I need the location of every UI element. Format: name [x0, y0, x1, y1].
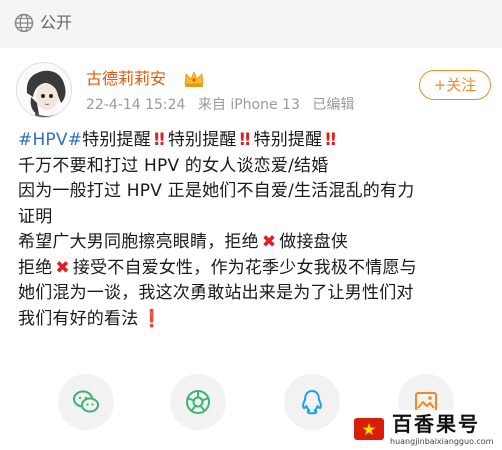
visibility-bar: 公开 [0, 0, 502, 48]
post-source: 来自 iPhone 13 [197, 97, 300, 113]
watermark-url: huangjinbaixiangguo.com [390, 437, 494, 446]
double-exclamation-icon: ‼ [239, 130, 251, 150]
star-icon [362, 423, 376, 435]
post-text: 接受不自爱女性，作为花季少女我极不情愿与 [72, 257, 417, 278]
wechat-icon [73, 390, 99, 413]
author-name[interactable]: 古德莉莉安 [86, 68, 166, 90]
post-text: 我们有好的看法 [18, 308, 139, 329]
share-qq-button[interactable] [284, 374, 340, 430]
cross-mark-icon: ✖ [261, 232, 277, 252]
cross-mark-icon: ✖ [55, 257, 70, 278]
post-meta: 22-4-14 15:24 来自 iPhone 13 已编辑 [86, 96, 362, 114]
hashtag-link[interactable]: #HPV# [18, 130, 82, 150]
post-line-4: 证明 [18, 206, 53, 227]
alert-text: 特别提醒 [167, 130, 237, 150]
post-line-6: 拒绝 ✖ 接受不自爱女性，作为花季少女我极不情愿与 [18, 256, 492, 282]
alert-text: 特别提醒 [253, 130, 323, 150]
post-text: 希望广大男同胞擦亮眼睛，拒绝 [18, 232, 259, 252]
post-line-7: 她们混为一谈，我这次勇敢站出来是为了让男性们对 [18, 283, 414, 303]
visibility-label: 公开 [40, 13, 73, 32]
avatar[interactable] [16, 62, 72, 118]
post-line-5: 希望广大男同胞擦亮眼睛，拒绝 ✖ 做接盘侠 [18, 230, 492, 256]
edited-label[interactable]: 已编辑 [312, 97, 354, 113]
post-body: #HPV#特别提醒 ‼ 特别提醒 ‼ 特别提醒 ‼ 千万不要和打过 HPV 的女人谈恋爱/… [18, 128, 492, 332]
globe-icon [14, 13, 34, 33]
post-line-1: #HPV#特别提醒 ‼ 特别提醒 ‼ 特别提醒 ‼ [18, 128, 492, 154]
post-line-3: 因为一般打过 HPV 正是她们不自爱/生活混乱的有力 [18, 181, 415, 201]
watermark: 百香果号 huangjinbaixiangguo.com [348, 410, 502, 450]
qq-icon [302, 390, 322, 415]
post-text: 拒绝 [18, 257, 53, 278]
avatar-illustration [17, 63, 71, 117]
flag-icon [354, 418, 384, 440]
share-wechat-button[interactable] [58, 374, 114, 430]
double-exclamation-icon: ‼ [325, 130, 337, 150]
share-moments-button[interactable] [170, 374, 226, 430]
double-exclamation-icon: ‼ [153, 130, 165, 150]
post-date: 22-4-14 15:24 [86, 97, 186, 113]
moments-icon [186, 390, 210, 414]
follow-button[interactable]: +关注 [419, 70, 491, 100]
post-line-2: 千万不要和打过 HPV 的女人谈恋爱/结婚 [18, 155, 329, 176]
crown-icon [184, 70, 204, 87]
alert-text: 特别提醒 [82, 130, 151, 150]
post-line-8: 我们有好的看法 ❗ [18, 307, 492, 333]
exclamation-icon: ❗ [141, 308, 163, 329]
watermark-title: 百香果号 [392, 412, 480, 436]
post-text: 做接盘侠 [279, 232, 349, 252]
